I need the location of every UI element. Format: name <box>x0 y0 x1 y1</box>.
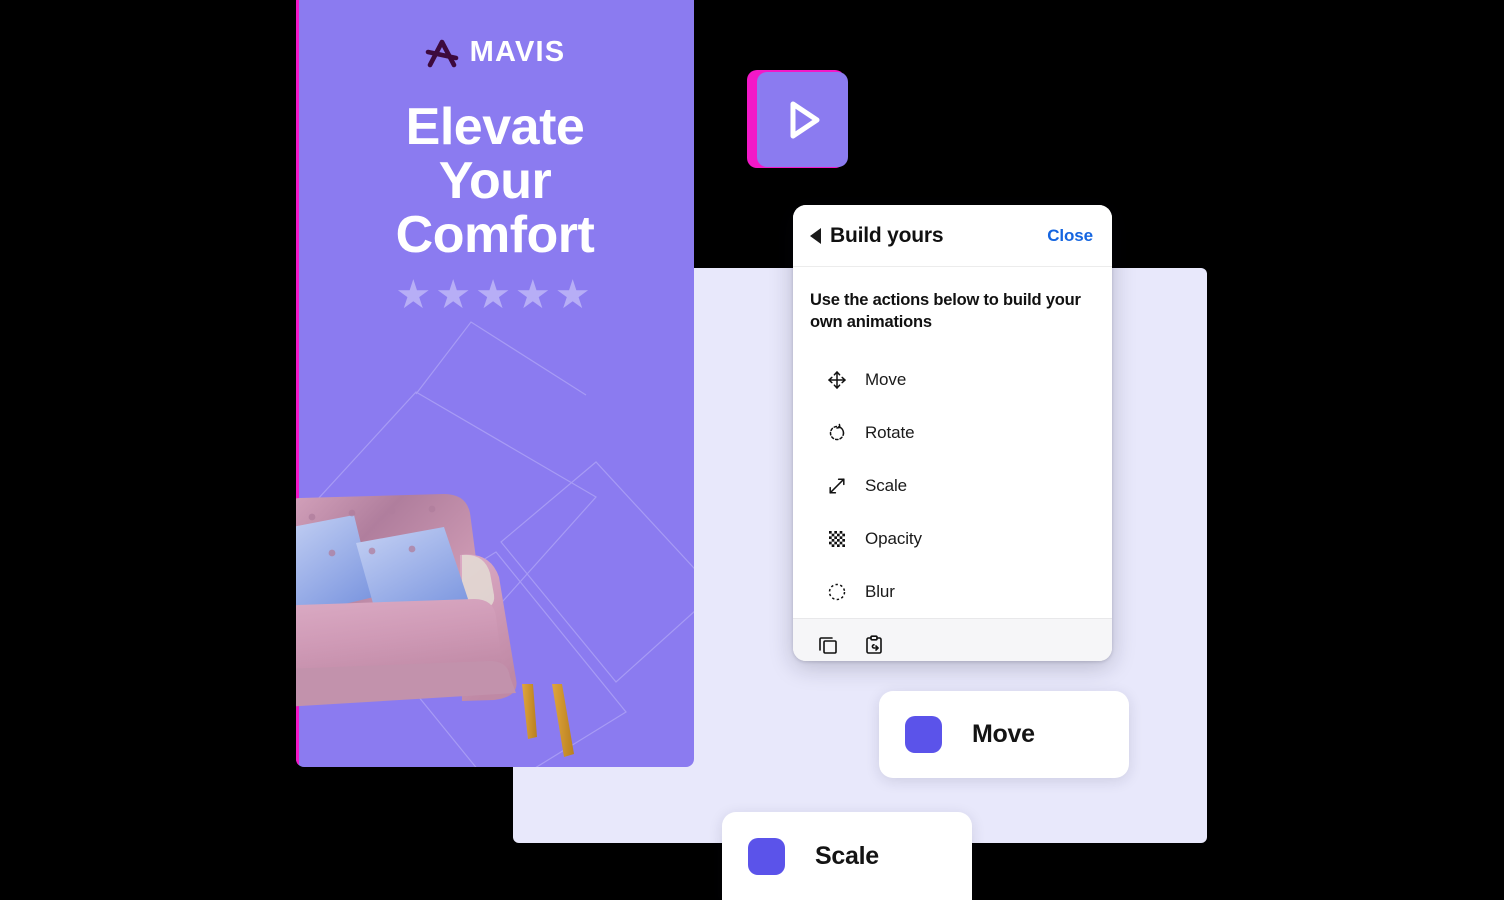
panel-toolbar <box>793 618 1112 661</box>
canvas-stage: MAVIS Elevate Your Comfort ★★★★★ Build y… <box>0 0 1504 900</box>
play-button[interactable] <box>757 72 848 167</box>
action-card-label: Scale <box>815 841 879 870</box>
action-item-scale[interactable]: Scale <box>810 459 1093 512</box>
headline-line-3: Comfort <box>395 206 595 264</box>
action-list: Move Rotate Scale Opacity Blur <box>810 353 1093 618</box>
panel-description: Use the actions below to build your own … <box>810 291 1081 331</box>
color-swatch <box>748 837 785 875</box>
action-label: Blur <box>865 581 895 601</box>
action-item-blur[interactable]: Blur <box>810 565 1093 618</box>
rotate-arrow-icon <box>826 422 848 444</box>
action-label: Move <box>865 369 907 389</box>
headline-line-2: Your <box>438 152 552 210</box>
build-yours-panel: Build yours Close Use the actions below … <box>793 205 1112 661</box>
move-arrows-icon <box>826 369 848 391</box>
copy-icon[interactable] <box>815 632 841 658</box>
dashed-circle-icon <box>826 581 848 603</box>
mavis-a-logomark-icon <box>425 39 458 67</box>
action-item-rotate[interactable]: Rotate <box>810 406 1093 459</box>
scale-diagonal-arrows-icon <box>826 475 848 497</box>
checkerboard-icon <box>826 528 848 550</box>
action-label: Opacity <box>865 528 922 548</box>
action-card-label: Move <box>972 720 1035 748</box>
poster-headline: Elevate Your Comfort <box>296 100 694 262</box>
panel-title: Build yours <box>830 223 944 247</box>
action-label: Scale <box>865 475 908 495</box>
panel-header: Build yours Close <box>793 205 1112 267</box>
back-triangle-icon[interactable] <box>810 227 821 244</box>
checkerboard-svg <box>829 530 845 547</box>
star-rating: ★★★★★ <box>395 273 595 317</box>
poster-card[interactable]: MAVIS Elevate Your Comfort ★★★★★ <box>296 0 694 767</box>
brand-lockup: MAVIS <box>296 36 694 69</box>
play-triangle-icon <box>790 101 819 138</box>
panel-body: Use the actions below to build your own … <box>793 267 1112 618</box>
paste-icon[interactable] <box>861 632 887 658</box>
close-button[interactable]: Close <box>1047 226 1093 246</box>
color-swatch <box>905 716 942 753</box>
brand-name: MAVIS <box>469 36 566 68</box>
action-card-scale[interactable]: Scale <box>722 812 972 900</box>
action-card-move[interactable]: Move <box>879 691 1129 778</box>
headline-line-1: Elevate <box>405 98 585 156</box>
action-item-move[interactable]: Move <box>810 353 1093 406</box>
action-item-opacity[interactable]: Opacity <box>810 512 1093 565</box>
action-label: Rotate <box>865 422 915 442</box>
pink-velvet-sofa-with-blue-pillows-icon <box>296 494 574 757</box>
